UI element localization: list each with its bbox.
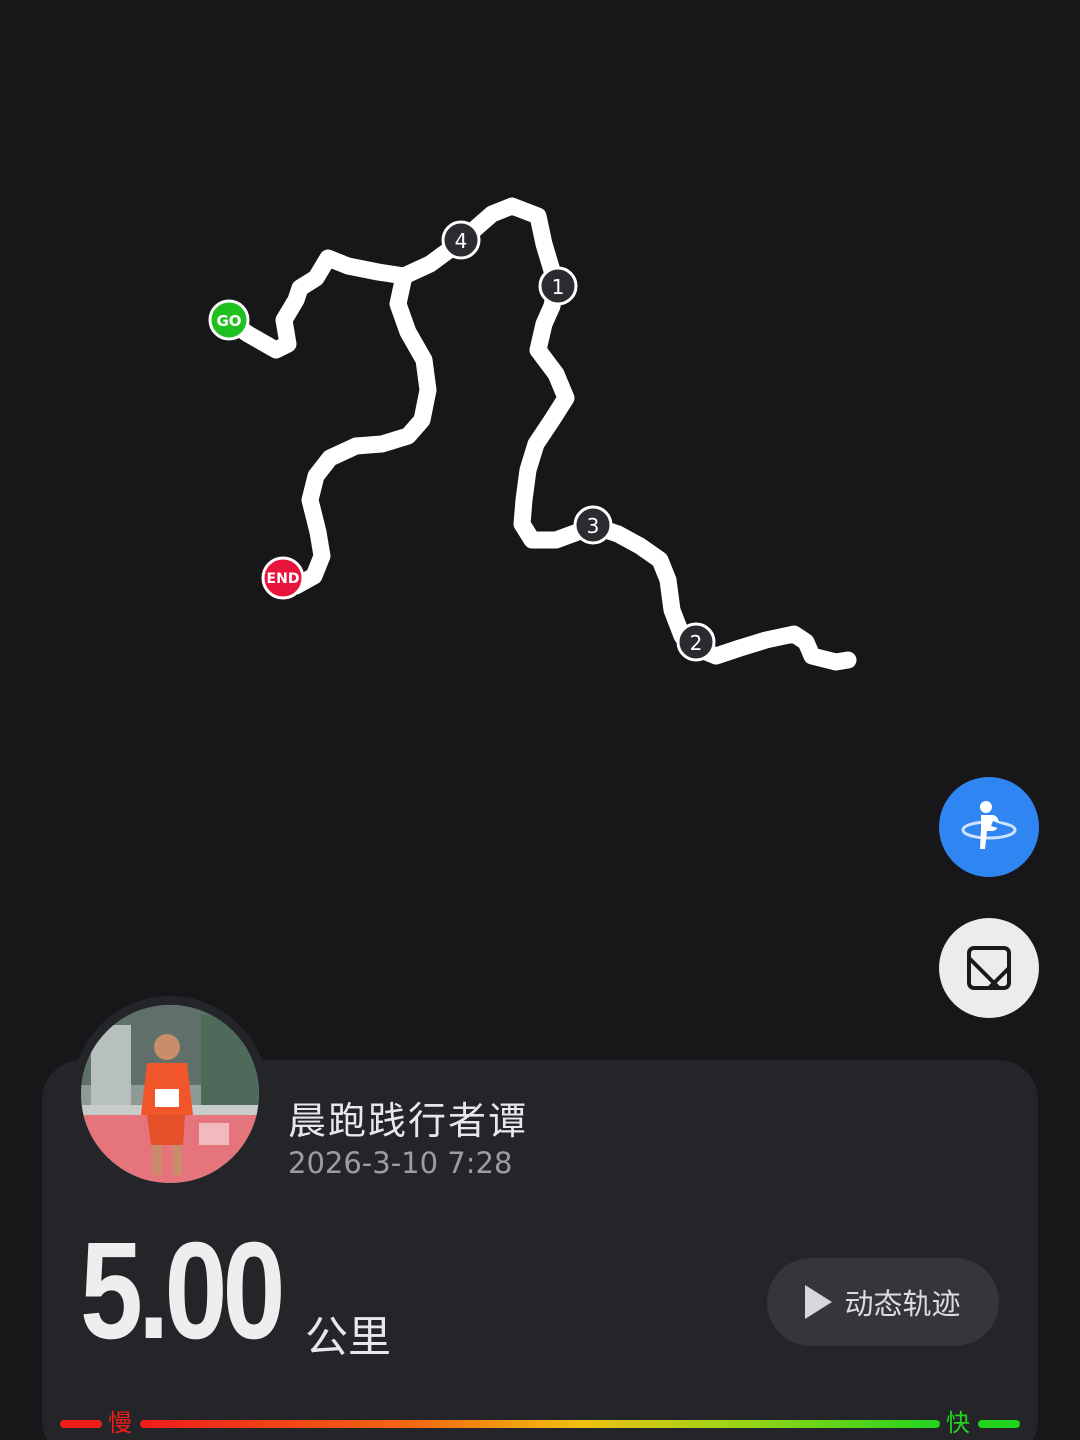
end-marker-label: END xyxy=(267,571,300,587)
pace-fast-label: 快 xyxy=(946,1409,970,1437)
km-marker-4-label: 4 xyxy=(455,229,468,253)
route-track-branch xyxy=(273,267,437,595)
pace-slow-segment xyxy=(60,1420,102,1428)
play-icon xyxy=(805,1285,833,1319)
km-marker-4: 4 xyxy=(441,220,481,260)
user-name: 晨跑践行者谭 xyxy=(288,1099,529,1143)
km-marker-2-label: 2 xyxy=(690,631,703,655)
map-layer-icon xyxy=(967,946,1011,990)
runner-icon xyxy=(961,801,1017,849)
dynamic-track-button[interactable]: 动态轨迹 xyxy=(767,1258,999,1346)
km-marker-1: 1 xyxy=(538,266,578,306)
km-marker-1-label: 1 xyxy=(552,275,565,299)
distance-unit: 公里 xyxy=(305,1313,391,1363)
end-marker: END xyxy=(261,556,305,600)
start-marker: GO xyxy=(208,299,250,341)
run-date: 2026-3-10 7:28 xyxy=(288,1146,513,1180)
avatar-photo xyxy=(81,1005,259,1183)
avatar[interactable] xyxy=(81,1005,259,1183)
distance-value: 5.00 xyxy=(80,1214,285,1368)
pace-slow-label: 慢 xyxy=(108,1409,132,1437)
km-marker-3: 3 xyxy=(573,505,613,545)
dynamic-track-label: 动态轨迹 xyxy=(844,1287,961,1321)
route-map[interactable]: 1 2 3 4 GO END xyxy=(0,0,1080,760)
pace-gradient-bar xyxy=(140,1420,940,1428)
km-marker-3-label: 3 xyxy=(587,514,600,538)
map-layer-button[interactable] xyxy=(939,918,1039,1018)
km-marker-2: 2 xyxy=(676,622,716,662)
start-marker-label: GO xyxy=(216,312,241,330)
runner-view-button[interactable] xyxy=(939,777,1039,877)
pace-legend: 慢 快 xyxy=(60,1409,1020,1440)
pace-fast-segment xyxy=(978,1420,1020,1428)
run-detail-screen: 1 2 3 4 GO END 晨跑践行者谭 2026-3-10 7:28 5.0… xyxy=(0,0,1080,1440)
route-track xyxy=(219,197,857,671)
